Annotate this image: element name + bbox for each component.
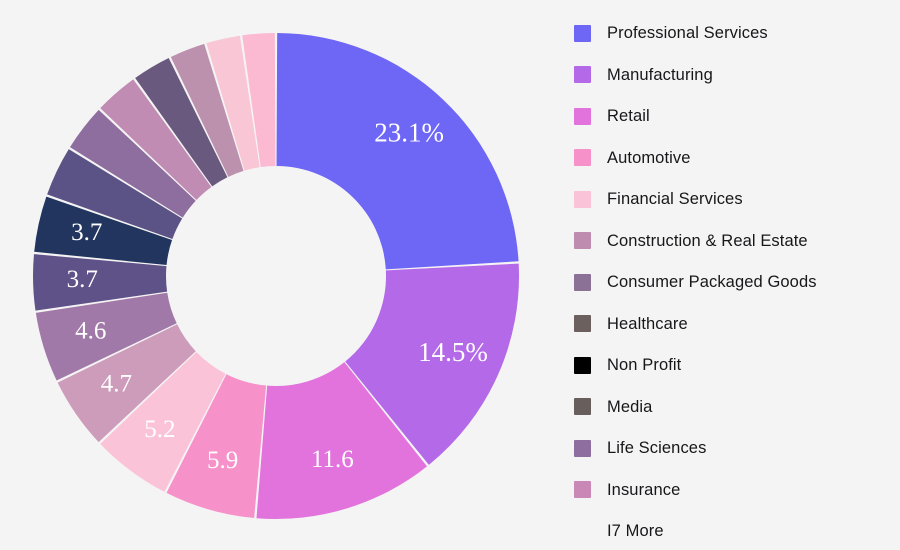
legend-color-swatch (574, 24, 591, 42)
donut-slice-value-label: 5.2 (144, 416, 175, 443)
legend-item[interactable]: Financial Services (552, 187, 900, 211)
legend-item-label: Non Profit (607, 356, 682, 374)
legend-item[interactable]: Media (552, 395, 900, 419)
legend-item-label: Retail (607, 107, 650, 125)
legend-item[interactable]: Construction & Real Estate (552, 229, 900, 253)
legend-item-label: Media (607, 397, 653, 416)
legend-item-label: Life Sciences (607, 439, 707, 457)
legend-item[interactable]: Manufacturing (552, 63, 900, 87)
legend-color-swatch (574, 149, 591, 166)
legend-item[interactable]: Healthcare (552, 312, 900, 336)
legend-item-label: Consumer Packaged Goods (607, 273, 817, 291)
legend-color-swatch (574, 439, 591, 457)
donut-slice-value-label: 3.7 (71, 219, 102, 246)
donut-chart[interactable]: 23.1% 14.5% 11.6 5.9 5.2 4.7 4.6 3.7 3.7 (0, 0, 552, 550)
legend-item[interactable]: Retail (552, 104, 900, 128)
donut-slice-value-label: 3.7 (67, 266, 98, 293)
legend-color-swatch (574, 315, 591, 332)
donut-slice-value-label: 23.1% (374, 117, 444, 147)
donut-slice-value-label: 5.9 (207, 447, 238, 474)
legend-item[interactable]: Life Sciences (552, 436, 900, 460)
legend-color-swatch (574, 356, 591, 374)
legend-item[interactable]: Professional Services (552, 21, 900, 45)
legend-item-label: Professional Services (607, 24, 768, 42)
donut-slice[interactable] (276, 33, 519, 270)
legend-item-list: Professional Services Manufacturing Retail… (552, 21, 900, 502)
donut-slice-group[interactable] (33, 33, 519, 519)
legend-more-row[interactable]: I7 More (552, 519, 900, 543)
chart-page: 23.1% 14.5% 11.6 5.9 5.2 4.7 4.6 3.7 3.7 Profess… (0, 0, 900, 550)
legend-color-swatch (574, 107, 591, 125)
donut-slice-value-label: 11.6 (311, 446, 354, 473)
donut-slice-value-label: 4.6 (75, 318, 106, 345)
legend-item-label: Automotive (607, 148, 691, 167)
legend-more-label: I7 More (607, 522, 664, 540)
legend-item-label: Manufacturing (607, 65, 713, 84)
legend-item-label: Healthcare (607, 314, 688, 333)
legend-color-swatch (574, 66, 591, 83)
legend-item[interactable]: Insurance (552, 478, 900, 502)
legend-item-label: Financial Services (607, 190, 743, 208)
legend-color-swatch (574, 190, 591, 208)
legend-item[interactable]: Consumer Packaged Goods (552, 270, 900, 294)
donut-slice-value-label: 4.7 (101, 371, 132, 398)
legend-more-swatch-placeholder (574, 523, 591, 540)
legend-item[interactable]: Non Profit (552, 353, 900, 377)
donut-slice-value-label: 14.5% (418, 337, 488, 367)
legend-item-label: Insurance (607, 480, 681, 499)
legend-color-swatch (574, 481, 591, 498)
donut-chart-area: 23.1% 14.5% 11.6 5.9 5.2 4.7 4.6 3.7 3.7 (0, 0, 552, 550)
legend-color-swatch (574, 398, 591, 415)
legend-color-swatch (574, 273, 591, 291)
legend-item-label: Construction & Real Estate (607, 231, 808, 250)
legend-color-swatch (574, 232, 591, 249)
chart-legend: Professional Services Manufacturing Retail… (552, 0, 900, 550)
legend-item[interactable]: Automotive (552, 146, 900, 170)
